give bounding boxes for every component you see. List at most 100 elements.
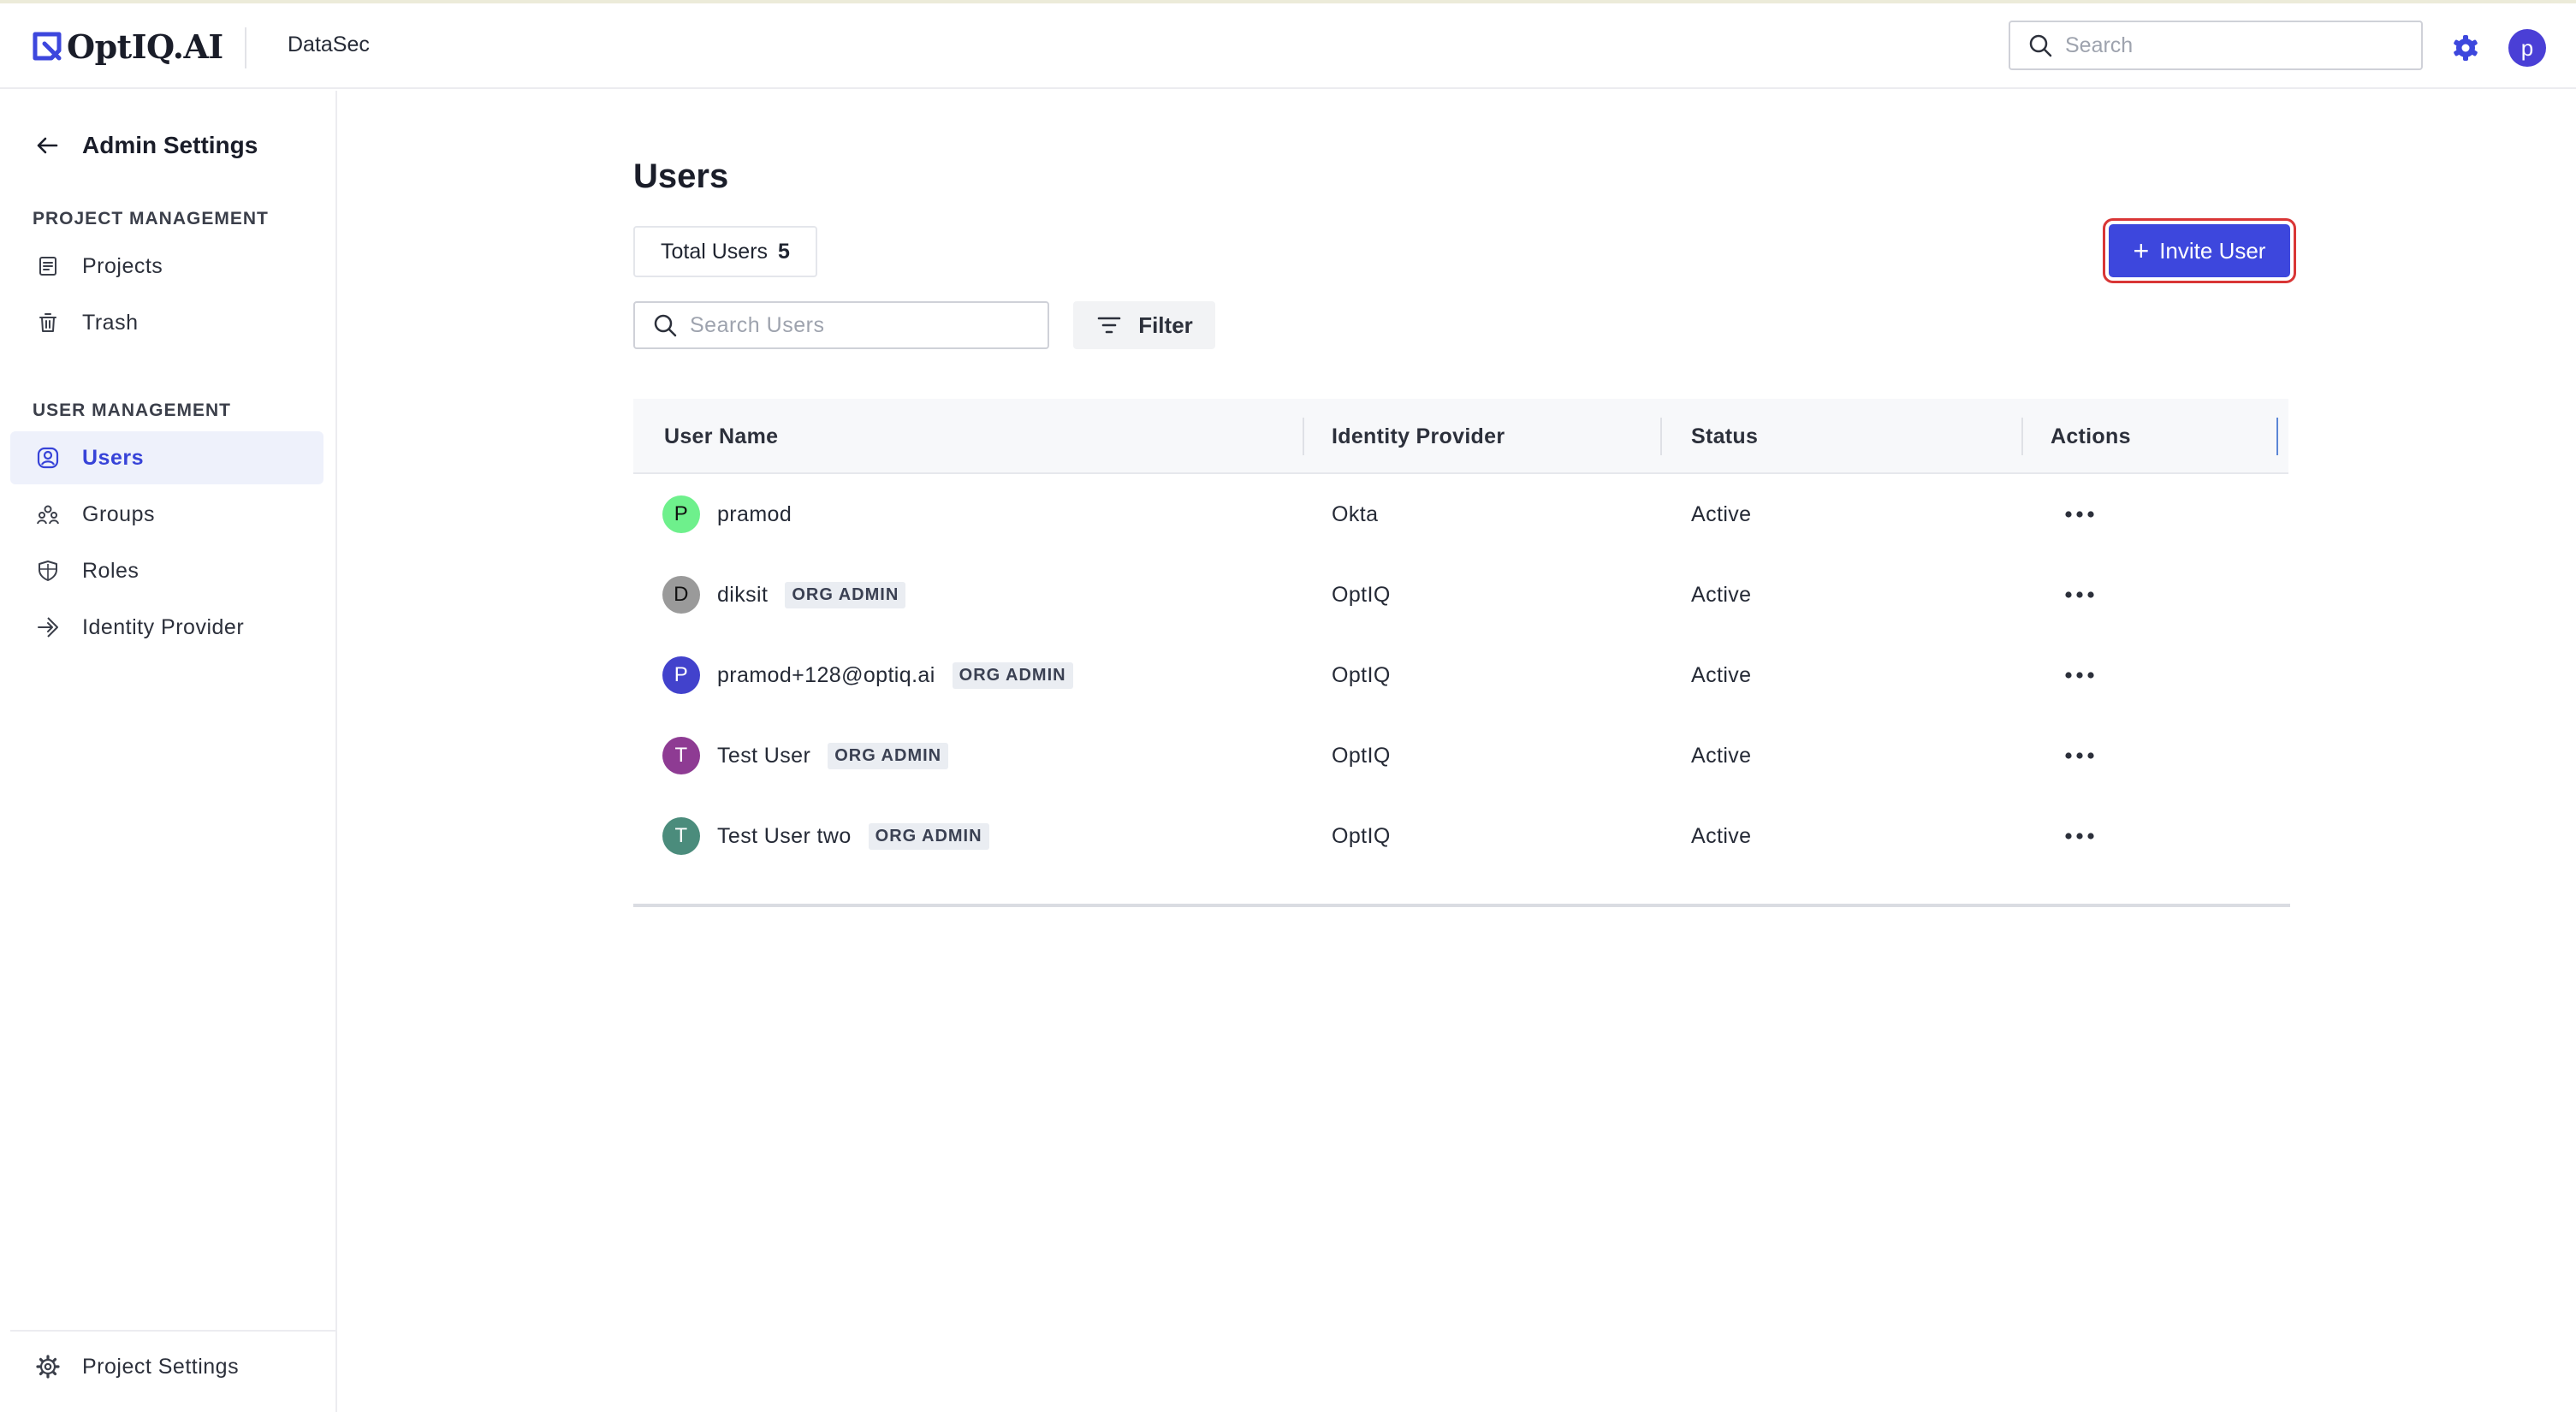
filter-label: Filter bbox=[1138, 311, 1193, 338]
more-actions-button[interactable] bbox=[2057, 578, 2102, 612]
app-header: OptIQ.AI DataSec p bbox=[0, 3, 2576, 89]
more-horizontal-icon bbox=[2065, 672, 2094, 679]
role-badge: ORG ADMIN bbox=[952, 662, 1073, 689]
status-cell: Active bbox=[1691, 662, 1752, 687]
user-avatar: T bbox=[662, 817, 700, 855]
sidebar-item-label: Identity Provider bbox=[82, 614, 245, 639]
table-row[interactable]: T Test User ORG ADMIN OptIQ Active bbox=[633, 715, 2288, 796]
more-horizontal-icon bbox=[2065, 833, 2094, 839]
user-name[interactable]: pramod+128@optiq.ai bbox=[717, 663, 935, 688]
invite-user-label: Invite User bbox=[2159, 237, 2266, 264]
role-badge: ORG ADMIN bbox=[828, 742, 949, 769]
status-cell: Active bbox=[1691, 823, 1752, 848]
sidebar-item-label: Users bbox=[82, 445, 144, 470]
gear-icon bbox=[36, 1355, 60, 1379]
table-row[interactable]: Ppramod+128@optiq.ai ORG ADMIN OptIQ Active bbox=[633, 635, 2288, 715]
column-header-actions: Actions bbox=[2051, 424, 2131, 448]
more-actions-button[interactable] bbox=[2057, 658, 2102, 692]
user-name[interactable]: Test User bbox=[717, 744, 810, 768]
total-users-chip: Total Users 5 bbox=[633, 226, 817, 277]
table-row[interactable]: Ddiksit ORG ADMIN OptIQ Active bbox=[633, 555, 2288, 635]
sidebar-divider bbox=[10, 1330, 335, 1332]
sidebar-item-project-settings[interactable]: Project Settings bbox=[10, 1340, 323, 1393]
actions-cell bbox=[2057, 715, 2102, 796]
sidebar-item-projects[interactable]: Projects bbox=[10, 240, 323, 293]
filter-button[interactable]: Filter bbox=[1073, 301, 1215, 349]
back-to-admin-settings[interactable]: Admin Settings bbox=[34, 132, 258, 159]
logo-text: OptIQ.AI bbox=[67, 27, 223, 66]
user-search-input[interactable] bbox=[690, 312, 1032, 338]
table-bottom-border bbox=[633, 904, 2290, 907]
identity-provider-cell: OptIQ bbox=[1332, 662, 1391, 687]
user-name[interactable]: diksit bbox=[717, 583, 768, 608]
status-cell: Active bbox=[1691, 501, 1752, 526]
header-divider bbox=[245, 27, 246, 68]
sidebar-item-identity-provider[interactable]: Identity Provider bbox=[10, 601, 323, 654]
table-row[interactable]: T Test User two ORG ADMIN OptIQ Active bbox=[633, 796, 2288, 876]
global-search[interactable] bbox=[2009, 21, 2423, 70]
table-row[interactable]: Ppramod Okta Active bbox=[633, 474, 2288, 555]
gear-icon bbox=[2454, 35, 2478, 61]
column-divider[interactable] bbox=[1303, 418, 1304, 455]
app-logo[interactable]: OptIQ.AI bbox=[33, 26, 223, 67]
settings-button[interactable] bbox=[2450, 33, 2481, 63]
page-title: Users bbox=[633, 157, 729, 195]
user-name[interactable]: Test User two bbox=[717, 824, 852, 849]
sidebar-item-trash[interactable]: Trash bbox=[10, 296, 323, 349]
more-horizontal-icon bbox=[2065, 591, 2094, 598]
table-header: User Name Identity Provider Status Actio… bbox=[633, 399, 2288, 474]
global-search-input[interactable] bbox=[2065, 33, 2407, 58]
sidebar: Admin Settings PROJECT MANAGEMENT Projec… bbox=[0, 91, 337, 1412]
actions-cell bbox=[2057, 474, 2102, 555]
more-horizontal-icon bbox=[2065, 752, 2094, 759]
column-resize-handle[interactable] bbox=[2276, 418, 2278, 455]
user-search[interactable] bbox=[633, 301, 1049, 349]
actions-cell bbox=[2057, 635, 2102, 715]
optiq-logo-icon bbox=[33, 32, 62, 61]
user-avatar: P bbox=[662, 656, 700, 694]
column-header-status[interactable]: Status bbox=[1691, 399, 1758, 474]
user-name-cell: T Test User two ORG ADMIN bbox=[662, 796, 989, 876]
identity-provider-cell: OptIQ bbox=[1332, 582, 1391, 607]
sidebar-item-label: Groups bbox=[82, 501, 155, 526]
user-name-cell: Ppramod bbox=[662, 474, 792, 555]
more-actions-button[interactable] bbox=[2057, 739, 2102, 773]
status-cell: Active bbox=[1691, 582, 1752, 607]
sidebar-item-label: Projects bbox=[82, 253, 163, 278]
user-name[interactable]: pramod bbox=[717, 502, 792, 527]
user-avatar[interactable]: p bbox=[2508, 29, 2546, 67]
filter-icon bbox=[1097, 317, 1121, 334]
role-badge: ORG ADMIN bbox=[868, 822, 989, 850]
column-divider[interactable] bbox=[1660, 418, 1662, 455]
total-users-label: Total Users bbox=[661, 239, 769, 264]
shield-icon bbox=[39, 561, 57, 581]
more-horizontal-icon bbox=[2065, 511, 2094, 518]
user-name-cell: Ppramod+128@optiq.ai ORG ADMIN bbox=[662, 635, 1073, 715]
sidebar-item-label: Roles bbox=[82, 558, 139, 583]
actions-cell bbox=[2057, 555, 2102, 635]
user-name-cell: T Test User ORG ADMIN bbox=[662, 715, 949, 796]
section-project-management: PROJECT MANAGEMENT bbox=[33, 209, 269, 228]
sidebar-item-label: Trash bbox=[82, 310, 139, 335]
column-header-user-name[interactable]: User Name bbox=[664, 399, 778, 474]
sidebar-item-roles[interactable]: Roles bbox=[10, 544, 323, 597]
sidebar-item-label: Project Settings bbox=[82, 1354, 240, 1379]
user-name-cell: Ddiksit ORG ADMIN bbox=[662, 555, 906, 635]
workspace-name[interactable]: DataSec bbox=[288, 33, 370, 57]
user-avatar: D bbox=[662, 576, 700, 614]
identity-provider-cell: Okta bbox=[1332, 501, 1379, 526]
login-icon bbox=[38, 617, 58, 638]
column-header-identity-provider[interactable]: Identity Provider bbox=[1332, 399, 1505, 474]
column-divider[interactable] bbox=[2021, 418, 2023, 455]
sidebar-item-groups[interactable]: Groups bbox=[10, 488, 323, 541]
user-avatar: P bbox=[662, 495, 700, 533]
sidebar-item-users[interactable]: Users bbox=[10, 431, 323, 484]
more-actions-button[interactable] bbox=[2057, 819, 2102, 853]
search-icon bbox=[654, 314, 677, 337]
invite-user-button[interactable]: + Invite User bbox=[2109, 224, 2290, 277]
search-icon bbox=[2029, 34, 2052, 57]
sidebar-title: Admin Settings bbox=[82, 132, 258, 158]
more-actions-button[interactable] bbox=[2057, 497, 2102, 531]
section-user-management: USER MANAGEMENT bbox=[33, 400, 232, 420]
groups-icon bbox=[37, 505, 59, 525]
